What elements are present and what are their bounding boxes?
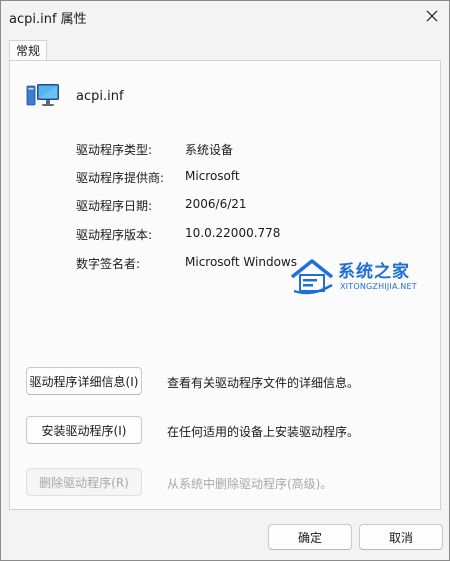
- cancel-button[interactable]: 取消: [359, 524, 443, 550]
- driver-type-label: 驱动程序类型:: [76, 143, 153, 157]
- driver-version-label: 驱动程序版本:: [76, 228, 153, 242]
- watermark-brand: 系统之家: [338, 262, 410, 282]
- driver-provider-label: 驱动程序提供商:: [76, 171, 165, 185]
- digital-signer-value: Microsoft Windows: [185, 255, 297, 269]
- driver-details-button[interactable]: 驱动程序详细信息(I): [26, 367, 142, 395]
- driver-version-value: 10.0.22000.778: [185, 226, 281, 240]
- install-driver-description: 在任何适用的设备上安装驱动程序。: [167, 425, 360, 439]
- tab-general[interactable]: 常规: [9, 40, 47, 60]
- ok-button[interactable]: 确定: [268, 524, 352, 550]
- window-title: acpi.inf 属性: [9, 12, 87, 27]
- monitor-computer-icon: [26, 84, 59, 106]
- digital-signer-label: 数字签名者:: [76, 257, 141, 271]
- watermark-logo: 系统之家 XITONGZHIJIA.NET: [288, 253, 438, 299]
- device-name: acpi.inf: [76, 89, 124, 104]
- driver-details-description: 查看有关驱动程序文件的详细信息。: [167, 376, 360, 390]
- close-button[interactable]: [415, 1, 449, 31]
- title-bar[interactable]: acpi.inf 属性: [1, 1, 449, 31]
- remove-driver-description: 从系统中删除驱动程序(高级)。: [167, 477, 333, 491]
- remove-driver-button[interactable]: 删除驱动程序(R): [26, 468, 142, 496]
- driver-date-label: 驱动程序日期:: [76, 199, 153, 213]
- house-logo-icon: [290, 259, 334, 295]
- close-icon: [426, 10, 438, 22]
- driver-provider-value: Microsoft: [185, 169, 240, 183]
- driver-date-value: 2006/6/21: [185, 197, 247, 211]
- install-driver-button[interactable]: 安装驱动程序(I): [26, 416, 142, 444]
- watermark-url: XITONGZHIJIA.NET: [340, 282, 417, 291]
- driver-type-value: 系统设备: [185, 143, 234, 157]
- properties-dialog: acpi.inf 属性 常规 acpi.inf 驱动程序类型: 系统设备 驱动程…: [0, 0, 450, 561]
